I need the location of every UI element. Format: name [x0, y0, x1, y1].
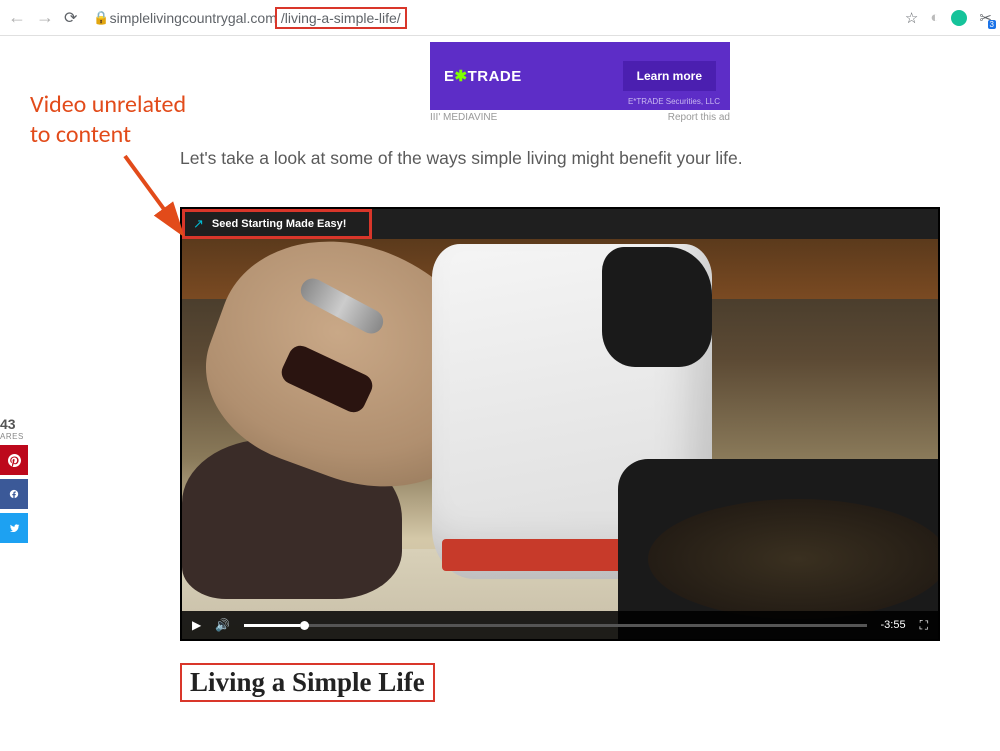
video-title-bar[interactable]: ↗ Seed Starting Made Easy!	[182, 209, 372, 239]
volume-button[interactable]: 🔊	[215, 618, 230, 632]
ad-banner[interactable]: E✱TRADE Learn more E*TRADE Securities, L…	[430, 42, 730, 110]
share-label: ARES	[0, 432, 28, 441]
share-count: 43	[0, 416, 28, 432]
video-viewport[interactable]: ▶ 🔊 -3:55 ⛶	[182, 239, 938, 639]
annotation-arrow	[120, 151, 200, 251]
progress-handle[interactable]	[300, 621, 309, 630]
pinterest-button[interactable]	[0, 445, 28, 475]
lock-icon: 🔒	[93, 10, 109, 26]
url-domain: simplelivingcountrygal.com	[110, 10, 277, 26]
article-heading: Living a Simple Life	[180, 663, 435, 702]
ad-disclaimer: E*TRADE Securities, LLC	[628, 97, 720, 106]
time-remaining: -3:55	[881, 619, 906, 631]
play-button[interactable]: ▶	[192, 618, 201, 632]
annotation-text: Video unrelated to content	[30, 90, 186, 150]
report-ad-link[interactable]: Report this ad	[668, 112, 730, 123]
video-player: ↗ Seed Starting Made Easy!	[180, 207, 940, 641]
url-path-highlighted: /living-a-simple-life/	[275, 7, 407, 29]
browser-toolbar: ← → ⟳ 🔒 simplelivingcountrygal.com /livi…	[0, 0, 1000, 36]
ad-attribution: III' MEDIAVINE Report this ad	[430, 110, 730, 123]
extension-badge-icon[interactable]: ✂3	[979, 9, 992, 27]
address-bar[interactable]: 🔒 simplelivingcountrygal.com /living-a-s…	[87, 7, 895, 29]
ad-cta-button[interactable]: Learn more	[623, 61, 716, 91]
fullscreen-button[interactable]: ⛶	[920, 618, 928, 633]
reload-button[interactable]: ⟳	[64, 8, 77, 28]
etrade-logo: E✱TRADE	[444, 67, 522, 85]
facebook-button[interactable]	[0, 479, 28, 509]
back-button[interactable]: ←	[8, 7, 26, 28]
extension-icon[interactable]: ◐	[930, 9, 939, 26]
toolbar-icons: ☆ ◐ ✂3	[905, 9, 992, 27]
video-controls: ▶ 🔊 -3:55 ⛶	[182, 611, 938, 639]
bookmark-star-icon[interactable]: ☆	[905, 9, 918, 27]
video-title: Seed Starting Made Easy!	[212, 218, 347, 230]
article-paragraph: Let's take a look at some of the ways si…	[180, 145, 940, 171]
twitter-button[interactable]	[0, 513, 28, 543]
ad-provider: III' MEDIAVINE	[430, 112, 497, 123]
progress-bar[interactable]	[244, 624, 866, 627]
forward-button[interactable]: →	[36, 7, 54, 28]
grammarly-icon[interactable]	[951, 10, 967, 26]
share-sidebar: 43 ARES	[0, 416, 28, 543]
